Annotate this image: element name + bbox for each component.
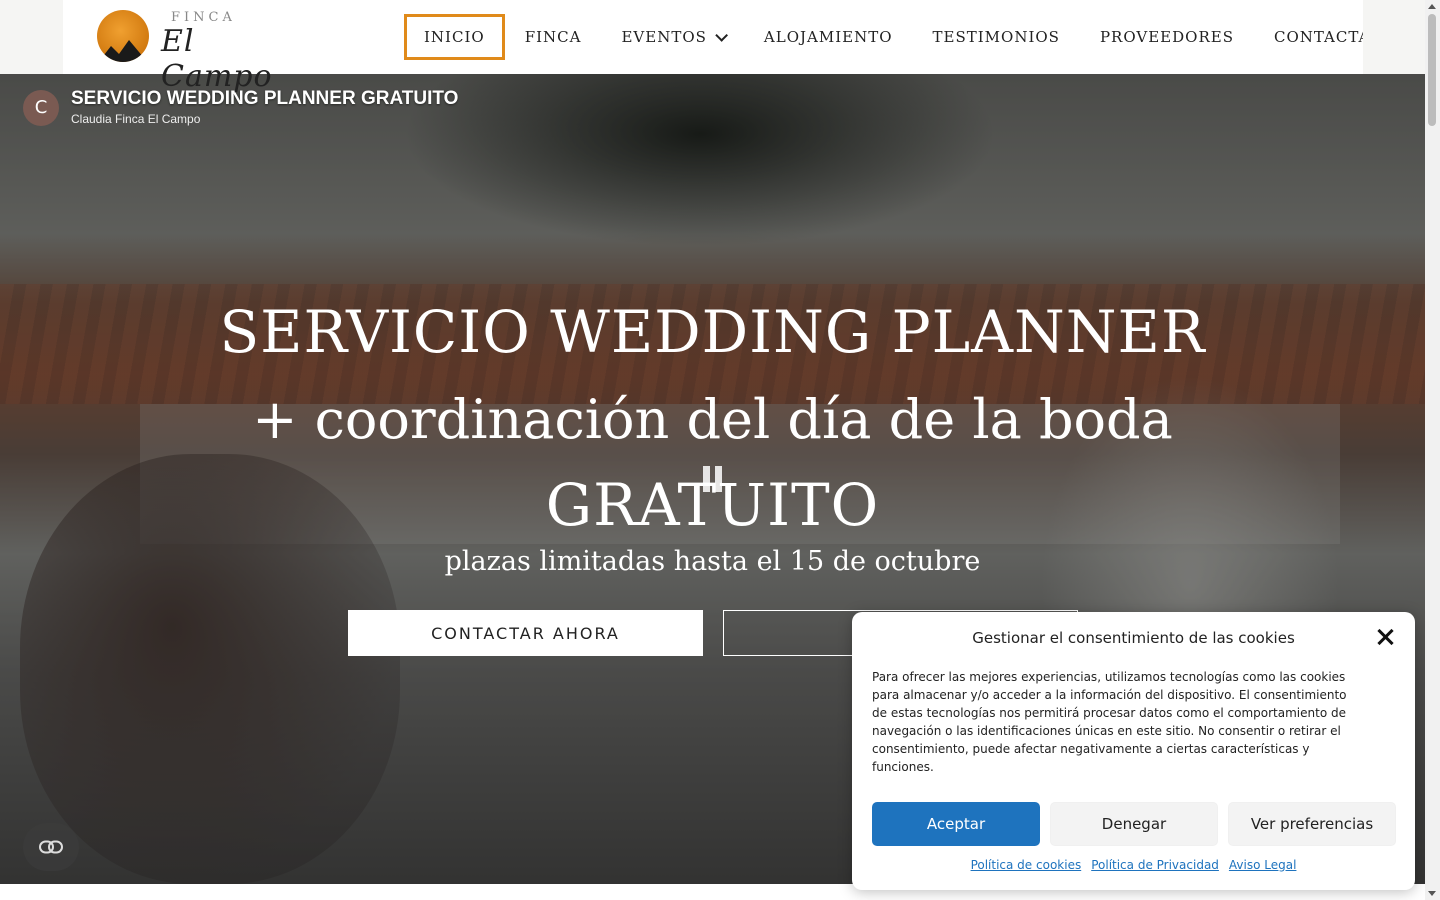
hero-subtitle: plazas limitadas hasta el 15 de octubre [444, 546, 981, 577]
nav-item-inicio[interactable]: INICIO [404, 14, 505, 60]
logo-main-text: El Campo [161, 24, 273, 94]
deny-button[interactable]: Denegar [1050, 802, 1218, 846]
header-margin-right [1363, 0, 1425, 74]
header-margin-left [0, 0, 63, 74]
hero-heading-line-2: + coordinación del día de la boda [252, 388, 1173, 451]
privacy-policy-link[interactable]: Política de Privacidad [1091, 858, 1219, 872]
cookie-policy-link[interactable]: Política de cookies [971, 858, 1082, 872]
scroll-down-icon[interactable] [1428, 891, 1436, 896]
preferences-button[interactable]: Ver preferencias [1228, 802, 1396, 846]
pause-icon[interactable] [703, 466, 723, 492]
cookie-consent-dialog: Gestionar el consentimiento de las cooki… [852, 612, 1415, 890]
nav-item-finca[interactable]: FINCA [505, 14, 602, 60]
share-link-button[interactable] [23, 823, 79, 871]
cookie-links: Política de cookies Política de Privacid… [852, 858, 1415, 872]
close-icon[interactable] [1376, 628, 1394, 646]
link-icon [39, 840, 63, 854]
video-channel[interactable]: Claudia Finca El Campo [71, 112, 200, 126]
chevron-down-icon [715, 28, 728, 42]
contact-now-button[interactable]: CONTACTAR AHORA [348, 610, 703, 656]
main-nav: INICIO FINCA EVENTOS ALOJAMIENTO TESTIMO… [404, 14, 1429, 60]
logo-sun-icon [97, 10, 149, 62]
cookie-title: Gestionar el consentimiento de las cooki… [972, 629, 1295, 647]
nav-item-eventos[interactable]: EVENTOS [601, 14, 743, 60]
logo-top-text: FINCA [171, 10, 236, 25]
channel-avatar[interactable]: C [23, 90, 59, 126]
hero-heading: SERVICIO WEDDING PLANNER + coordinación … [0, 288, 1425, 546]
page-scrollbar[interactable] [1425, 0, 1440, 900]
legal-notice-link[interactable]: Aviso Legal [1229, 858, 1297, 872]
nav-item-testimonios[interactable]: TESTIMONIOS [913, 14, 1080, 60]
hero-heading-line-1: SERVICIO WEDDING PLANNER [219, 298, 1206, 366]
scroll-up-icon[interactable] [1428, 4, 1436, 9]
accept-button[interactable]: Aceptar [872, 802, 1040, 846]
cookie-actions: Aceptar Denegar Ver preferencias [872, 802, 1396, 846]
site-header: FINCA El Campo INICIO FINCA EVENTOS ALOJ… [0, 0, 1425, 94]
logo-mountain-icon [98, 40, 148, 62]
header-bar: FINCA El Campo INICIO FINCA EVENTOS ALOJ… [63, 0, 1408, 94]
site-logo[interactable]: FINCA El Campo [97, 8, 297, 94]
cookie-description: Para ofrecer las mejores experiencias, u… [872, 670, 1347, 774]
nav-item-proveedores[interactable]: PROVEEDORES [1080, 14, 1254, 60]
scrollbar-thumb[interactable] [1428, 14, 1436, 126]
nav-item-eventos-label: EVENTOS [621, 28, 707, 46]
nav-item-alojamiento[interactable]: ALOJAMIENTO [744, 14, 913, 60]
